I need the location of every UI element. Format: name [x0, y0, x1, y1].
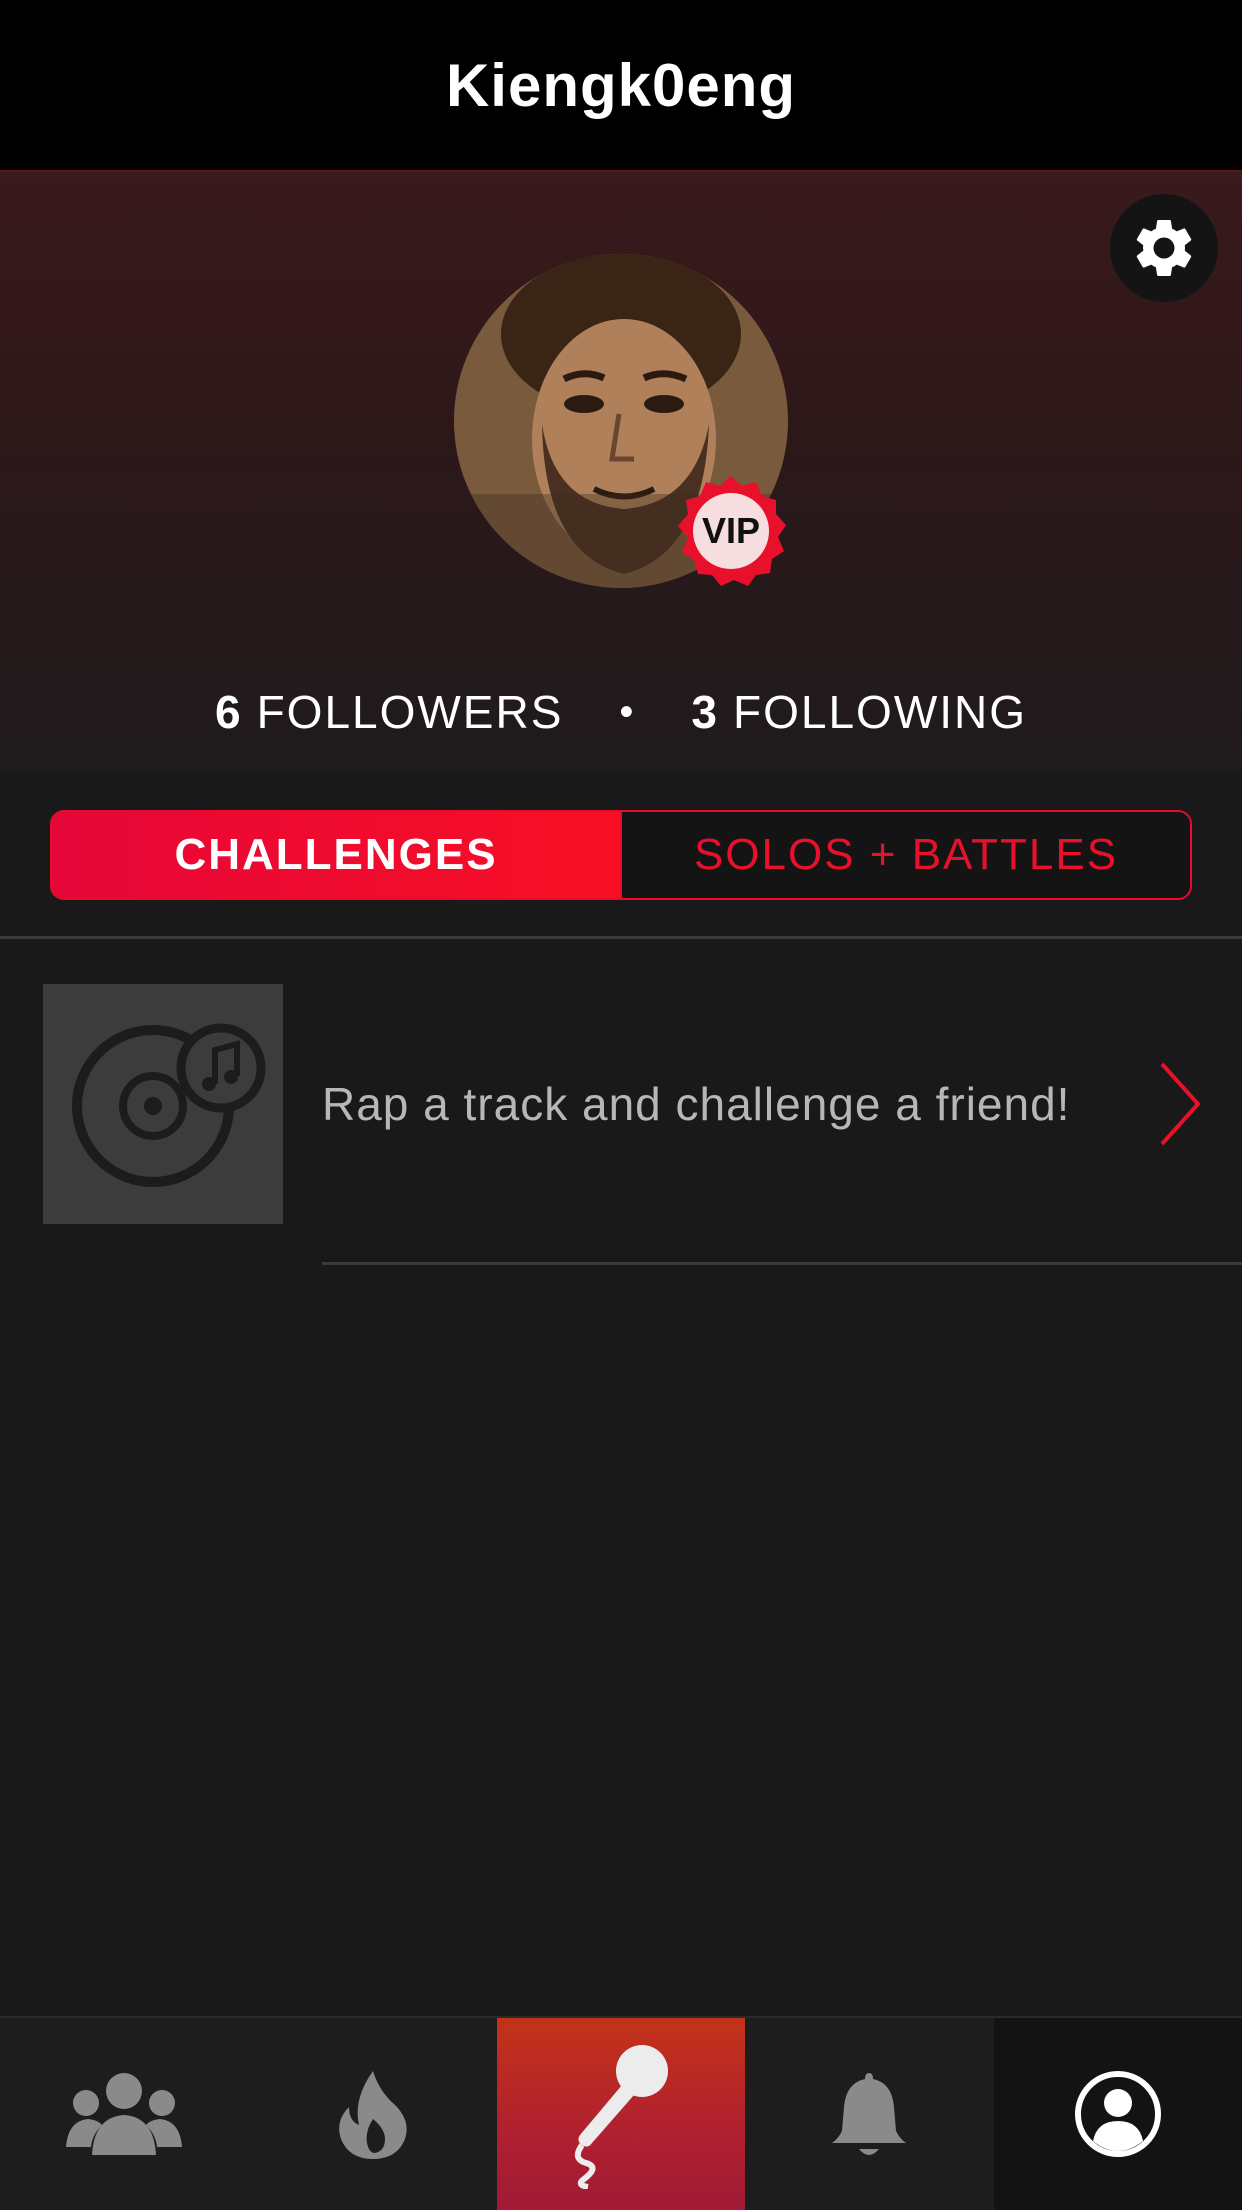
settings-button[interactable] [1110, 194, 1218, 302]
chevron-right-icon [1160, 1062, 1201, 1146]
divider [0, 936, 1242, 939]
tabbar-item-notifications[interactable] [745, 2018, 993, 2210]
flame-icon [338, 2071, 407, 2159]
tab-challenges[interactable]: CHALLENGES [52, 812, 620, 898]
microphone-icon [574, 2045, 668, 2189]
tabbar-item-record[interactable] [496, 2018, 746, 2210]
followers-link[interactable]: 6 FOLLOWERS [215, 685, 563, 739]
people-icon [66, 2073, 183, 2155]
profile-icon [1074, 2071, 1161, 2157]
tabbar-item-community[interactable] [0, 2018, 248, 2210]
bell-icon [832, 2073, 907, 2155]
follow-stats: 6 FOLLOWERS • 3 FOLLOWING [0, 672, 1242, 752]
vip-badge-label: VIP [701, 510, 761, 551]
tabbar-item-trending[interactable] [248, 2018, 496, 2210]
list-item-text: Rap a track and challenge a friend! [322, 1078, 1071, 1130]
followers-count: 6 [214, 686, 243, 738]
list-item[interactable]: Rap a track and challenge a friend! [0, 984, 1242, 1224]
following-count: 3 [691, 686, 719, 738]
segmented-tabs: CHALLENGES SOLOS + BATTLES [50, 810, 1192, 900]
tabbar-item-profile[interactable] [993, 2018, 1242, 2210]
tab-solos-battles[interactable]: SOLOS + BATTLES [620, 812, 1190, 898]
list-divider [322, 1262, 1242, 1265]
app-header: Kiengk0eng [0, 0, 1242, 172]
bottom-tab-bar [0, 2016, 1242, 2210]
following-link[interactable]: 3 FOLLOWING [691, 685, 1027, 739]
page-title: Kiengk0eng [445, 51, 797, 119]
followers-label: FOLLOWERS [256, 686, 564, 738]
music-disc-icon [43, 984, 283, 1224]
following-label: FOLLOWING [733, 686, 1028, 738]
stats-separator: • [619, 689, 636, 734]
gear-icon [1136, 219, 1192, 276]
